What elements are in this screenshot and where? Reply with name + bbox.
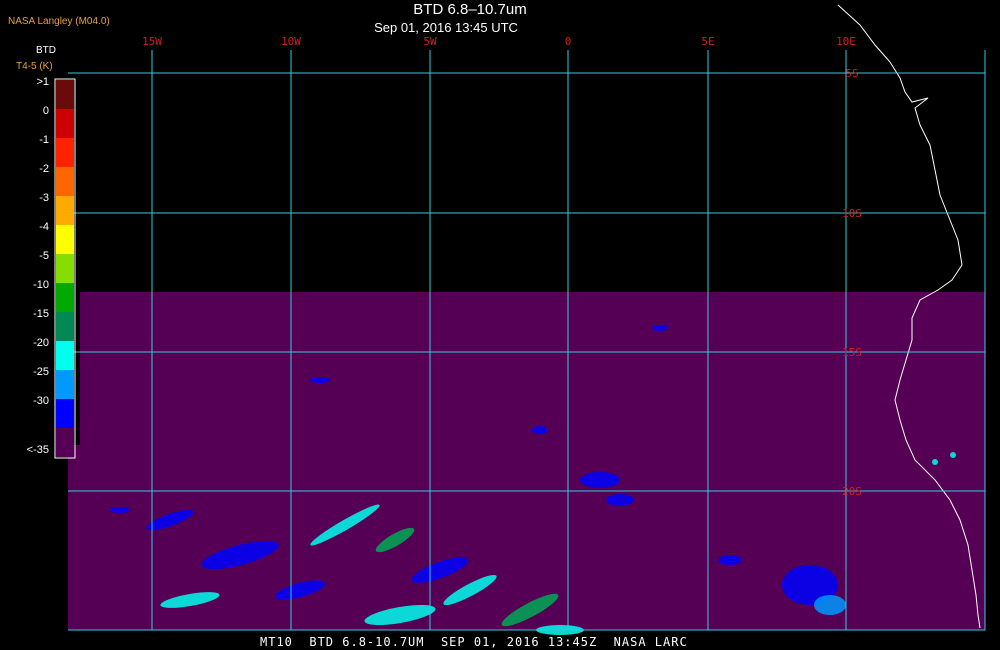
legend-swatch [56, 428, 74, 457]
latitude-label: 5S [845, 67, 858, 80]
legend-label: -20 [33, 337, 49, 349]
cloud-feature [580, 472, 620, 488]
legend-swatch [56, 283, 74, 312]
cloud-feature [110, 507, 130, 513]
cloud-feature [652, 325, 668, 331]
cloud-feature [532, 426, 548, 434]
cloud-feature [950, 452, 956, 458]
latitude-label: 20S [842, 485, 862, 498]
cloud-feature [932, 459, 938, 465]
legend-label: -5 [39, 250, 49, 262]
legend-swatch [56, 167, 74, 196]
legend-label: 0 [43, 105, 49, 117]
legend-title: BTD [36, 45, 56, 56]
legend-swatch [56, 370, 74, 399]
legend-swatch [56, 341, 74, 370]
legend-label: -15 [33, 308, 49, 320]
longitude-label: 5W [423, 35, 437, 48]
legend-label: -1 [39, 134, 49, 146]
legend-swatch [56, 254, 74, 283]
map-title: BTD 6.8–10.7um [413, 1, 527, 18]
cloud-feature [310, 377, 330, 383]
latitude-label: 10S [842, 207, 862, 220]
legend-swatch [56, 312, 74, 341]
latitude-label: 15S [842, 346, 862, 359]
longitude-label: 5E [701, 35, 714, 48]
legend-label: -4 [39, 221, 49, 233]
legend-label: >1 [36, 76, 49, 88]
longitude-label: 15W [142, 35, 162, 48]
longitude-label: 0 [565, 35, 572, 48]
credit-label: NASA Langley (M04.0) [8, 16, 110, 27]
legend-swatch [56, 109, 74, 138]
longitude-label: 10E [836, 35, 856, 48]
data-coverage-area [68, 292, 985, 630]
legend-swatch [56, 399, 74, 428]
legend-label: <-35 [27, 444, 49, 456]
satellite-map[interactable]: 15W 10W 5W 0 5E 10E 5S 10S 15S 20S >1 0 -1 -2 -3 -4 -5 -1… [0, 0, 1000, 650]
legend-label: -30 [33, 395, 49, 407]
legend-label: -3 [39, 192, 49, 204]
legend-swatch [56, 225, 74, 254]
legend-label: -25 [33, 366, 49, 378]
map-timestamp: Sep 01, 2016 13:45 UTC [374, 20, 518, 35]
cloud-feature [718, 555, 742, 565]
legend-label: -10 [33, 279, 49, 291]
footer-caption: MT10 BTD 6.8-10.7UM SEP 01, 2016 13:45Z … [260, 635, 688, 649]
longitude-label: 10W [281, 35, 301, 48]
legend-units: T4-5 (K) [16, 61, 53, 72]
legend-swatch [56, 138, 74, 167]
legend-swatch [56, 196, 74, 225]
cloud-feature [606, 494, 634, 506]
cloud-feature [814, 595, 846, 615]
legend-swatch [56, 80, 74, 109]
legend-label: -2 [39, 163, 49, 175]
